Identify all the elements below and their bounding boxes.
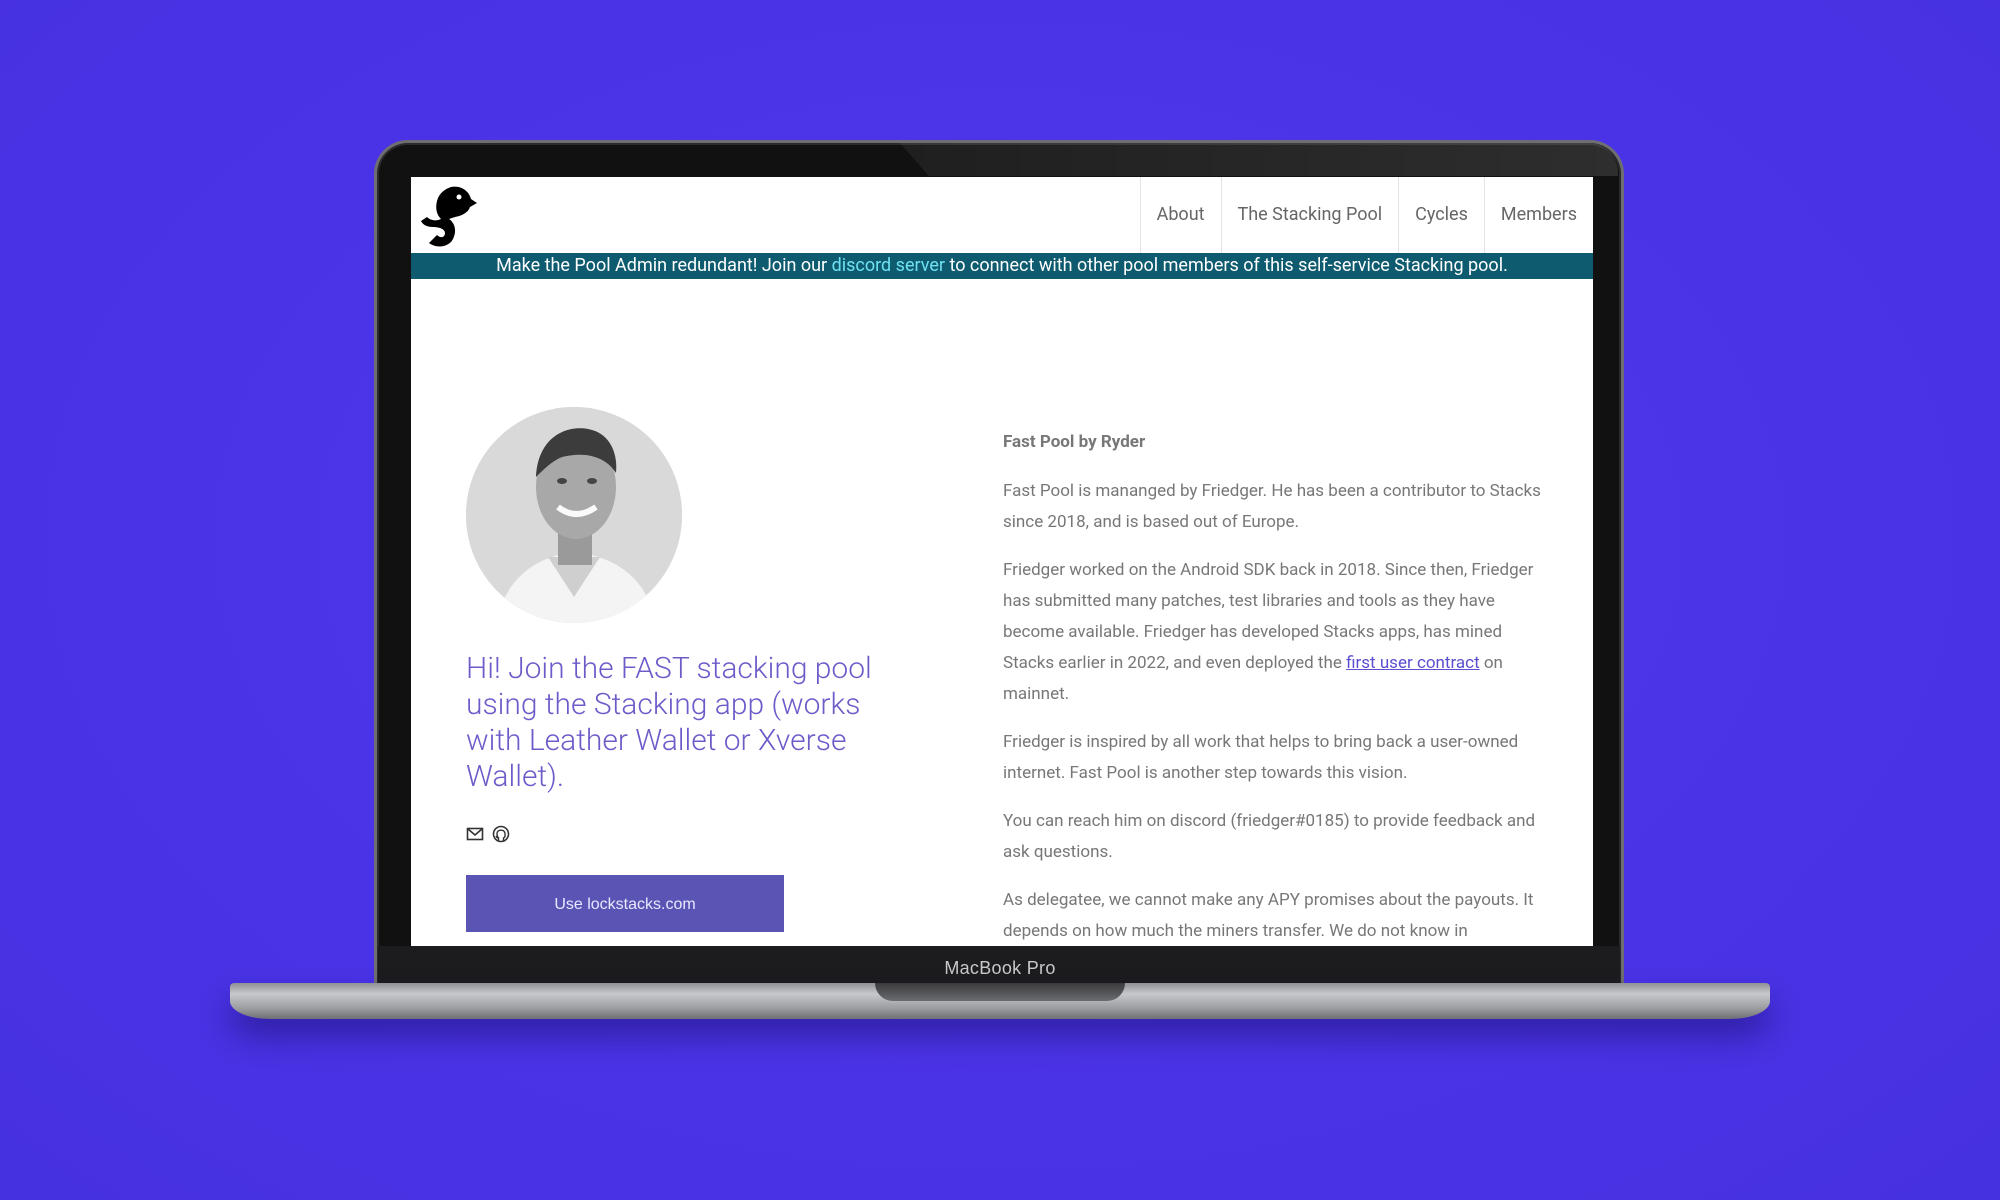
about-section: Fast Pool by Ryder Fast Pool is mananged… xyxy=(1003,427,1543,946)
nav-item-about[interactable]: About xyxy=(1139,177,1221,253)
nav-item-members[interactable]: Members xyxy=(1483,177,1593,253)
camera xyxy=(996,168,1003,175)
about-paragraph-5: As delegatee, we cannot make any APY pro… xyxy=(1003,890,1534,941)
about-paragraph-3: Friedger is inspired by all work that he… xyxy=(1003,732,1519,783)
duck-logo-icon[interactable] xyxy=(421,183,477,249)
nav-item-cycles[interactable]: Cycles xyxy=(1398,177,1484,253)
announcement-banner: Make the Pool Admin redundant! Join our … xyxy=(411,253,1593,279)
about-paragraph-2: Friedger worked on the Android SDK back … xyxy=(1003,555,1543,710)
avatar xyxy=(466,407,682,623)
top-navbar: About The Stacking Pool Cycles Members xyxy=(411,177,1593,253)
laptop-notch xyxy=(875,983,1125,1001)
about-title: Fast Pool by Ryder xyxy=(1003,432,1146,452)
nav-menu: About The Stacking Pool Cycles Members xyxy=(1139,177,1593,253)
screen: About The Stacking Pool Cycles Members M… xyxy=(411,177,1593,946)
mail-icon[interactable] xyxy=(466,825,484,843)
about-paragraph-4: You can reach him on discord (friedger#0… xyxy=(1003,811,1536,862)
first-user-contract-link[interactable]: first user contract xyxy=(1346,653,1480,673)
banner-text-before: Make the Pool Admin redundant! Join our xyxy=(496,255,832,276)
use-lockstacks-button[interactable]: Use lockstacks.com xyxy=(466,875,784,932)
social-links xyxy=(466,825,510,843)
hero-headline: Hi! Join the FAST stacking pool using th… xyxy=(466,651,872,794)
portrait-image xyxy=(466,407,682,623)
about-paragraph-1: Fast Pool is mananged by Friedger. He ha… xyxy=(1003,481,1541,532)
discord-server-link[interactable]: discord server xyxy=(832,255,945,276)
lid-glare xyxy=(900,143,1618,176)
banner-text-after: to connect with other pool members of th… xyxy=(945,255,1508,276)
github-icon[interactable] xyxy=(492,825,510,843)
device-label: MacBook Pro xyxy=(944,958,1056,978)
nav-item-stacking-pool[interactable]: The Stacking Pool xyxy=(1220,177,1399,253)
